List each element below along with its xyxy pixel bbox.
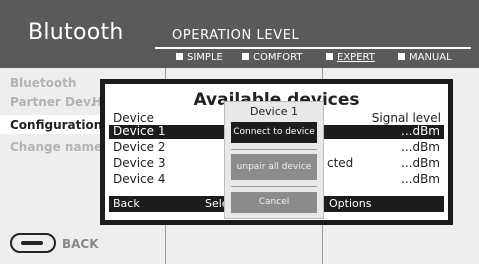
device-options-popup: Device 1 Connect to device unpair all de…: [224, 101, 324, 219]
device-name: Device 2: [113, 140, 166, 154]
level-comfort[interactable]: COMFORT: [242, 52, 302, 63]
cancel-button[interactable]: Cancel: [231, 192, 317, 213]
operation-level-divider: [155, 47, 471, 49]
back-arrow-icon: [10, 233, 56, 253]
device-name: Device 3: [113, 156, 166, 170]
device-name: Device 1: [113, 124, 166, 138]
level-manual[interactable]: MANUAL: [398, 52, 452, 63]
device-signal: ...dBm: [401, 124, 440, 138]
device-name: Device 4: [113, 172, 166, 186]
device-signal: ...dBm: [401, 140, 440, 154]
header-bar: Blutooth OPERATION LEVEL SIMPLE COMFORT …: [0, 0, 479, 68]
back-label: BACK: [62, 237, 99, 251]
connect-to-device-button[interactable]: Connect to device: [231, 122, 317, 143]
popup-divider: [231, 149, 317, 150]
popup-divider: [231, 186, 317, 187]
page-title: Blutooth: [28, 20, 124, 45]
back-action[interactable]: Back: [113, 197, 140, 210]
checkbox-icon: [176, 53, 183, 60]
checkbox-icon: [326, 53, 333, 60]
device-signal: ...dBm: [401, 172, 440, 186]
level-simple[interactable]: SIMPLE: [176, 52, 223, 63]
screen: Blutooth OPERATION LEVEL SIMPLE COMFORT …: [0, 0, 479, 264]
device-status: cted: [327, 156, 354, 170]
menu-item-configuration[interactable]: Configuration: [10, 118, 102, 132]
operation-level-label: OPERATION LEVEL: [172, 28, 300, 43]
menu-item-partner-devices[interactable]: Partner Dev.: [10, 95, 95, 109]
menu-item-bluetooth[interactable]: Bluetooth: [10, 76, 76, 90]
column-header-device: Device: [113, 111, 155, 125]
level-expert[interactable]: EXPERT: [326, 52, 375, 63]
device-signal: ...dBm: [401, 156, 440, 170]
unpair-all-devices-button[interactable]: unpair all device: [231, 154, 317, 180]
column-header-signal: Signal level: [371, 111, 441, 125]
options-action[interactable]: Options: [329, 197, 371, 210]
checkbox-icon: [398, 53, 405, 60]
popup-device-name: Device 1: [249, 105, 299, 118]
checkbox-icon: [242, 53, 249, 60]
menu-item-change-name[interactable]: Change name: [10, 140, 102, 154]
